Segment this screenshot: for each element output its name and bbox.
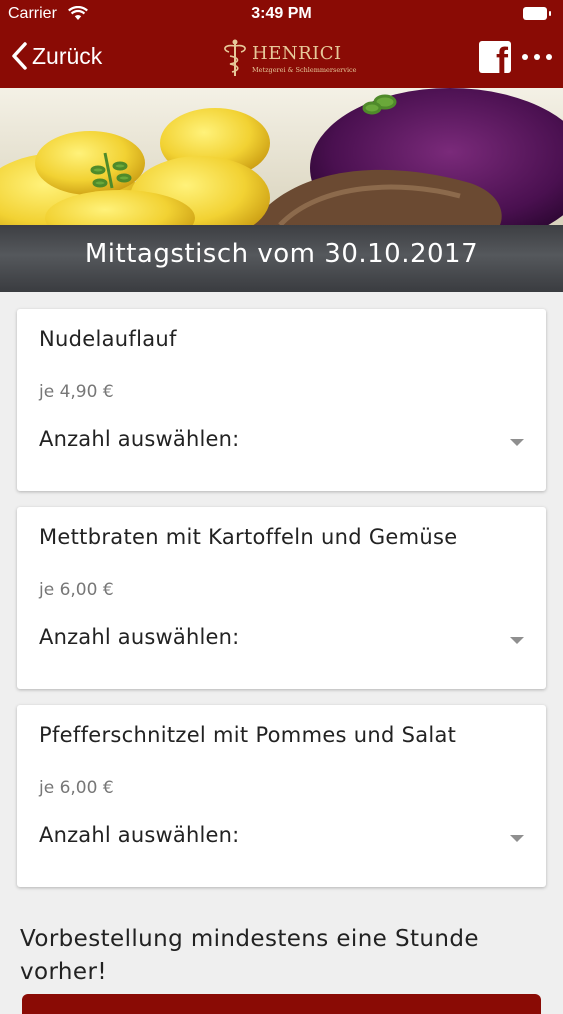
chevron-down-icon — [510, 439, 524, 446]
menu-item-card: Mettbraten mit Kartoffeln und Gemüse je … — [17, 507, 546, 689]
order-button[interactable] — [22, 994, 541, 1014]
menu-item-price: je 4,90 € — [39, 382, 114, 402]
menu-item-price: je 6,00 € — [39, 778, 114, 798]
menu-item-name: Nudelauflauf — [39, 327, 177, 351]
quantity-select[interactable]: Anzahl auswählen: — [39, 823, 524, 853]
quantity-select-label: Anzahl auswählen: — [39, 823, 240, 847]
menu-item-name: Pfefferschnitzel mit Pommes und Salat — [39, 723, 457, 747]
back-label: Zurück — [32, 42, 103, 69]
navigation-bar: Carrier 3:49 PM Zurück HENRICI Metzgerei… — [0, 0, 563, 88]
status-time: 3:49 PM — [251, 5, 312, 22]
quantity-select[interactable]: Anzahl auswählen: — [39, 625, 524, 655]
logo-name: HENRICI — [252, 43, 342, 64]
quantity-select[interactable]: Anzahl auswählen: — [39, 427, 524, 457]
back-button[interactable]: Zurück — [10, 40, 102, 72]
quantity-select-label: Anzahl auswählen: — [39, 625, 240, 649]
quantity-select-label: Anzahl auswählen: — [39, 427, 240, 451]
caduceus-icon — [220, 38, 250, 82]
logo-tagline: Metzgerei & Schlemmerservice — [252, 66, 357, 74]
chevron-down-icon — [510, 835, 524, 842]
facebook-icon[interactable]: f — [479, 41, 511, 73]
menu-item-card: Nudelauflauf je 4,90 € Anzahl auswählen: — [17, 309, 546, 491]
more-icon[interactable] — [522, 47, 552, 67]
menu-item-price: je 6,00 € — [39, 580, 114, 600]
brand-logo: HENRICI Metzgerei & Schlemmerservice — [218, 38, 357, 82]
battery-icon — [523, 7, 551, 20]
chevron-down-icon — [510, 637, 524, 644]
preorder-notice: Vorbestellung mindestens eine Stunde vor… — [20, 926, 479, 985]
menu-item-card: Pfefferschnitzel mit Pommes und Salat je… — [17, 705, 546, 887]
menu-item-name: Mettbraten mit Kartoffeln und Gemüse — [39, 525, 458, 549]
banner-title: Mittagstisch vom 30.10.2017 — [84, 239, 479, 269]
status-bar: Carrier 3:49 PM — [0, 0, 563, 30]
chevron-left-icon — [10, 41, 28, 71]
date-banner: Mittagstisch vom 30.10.2017 — [0, 225, 563, 292]
hero-image — [0, 88, 563, 225]
